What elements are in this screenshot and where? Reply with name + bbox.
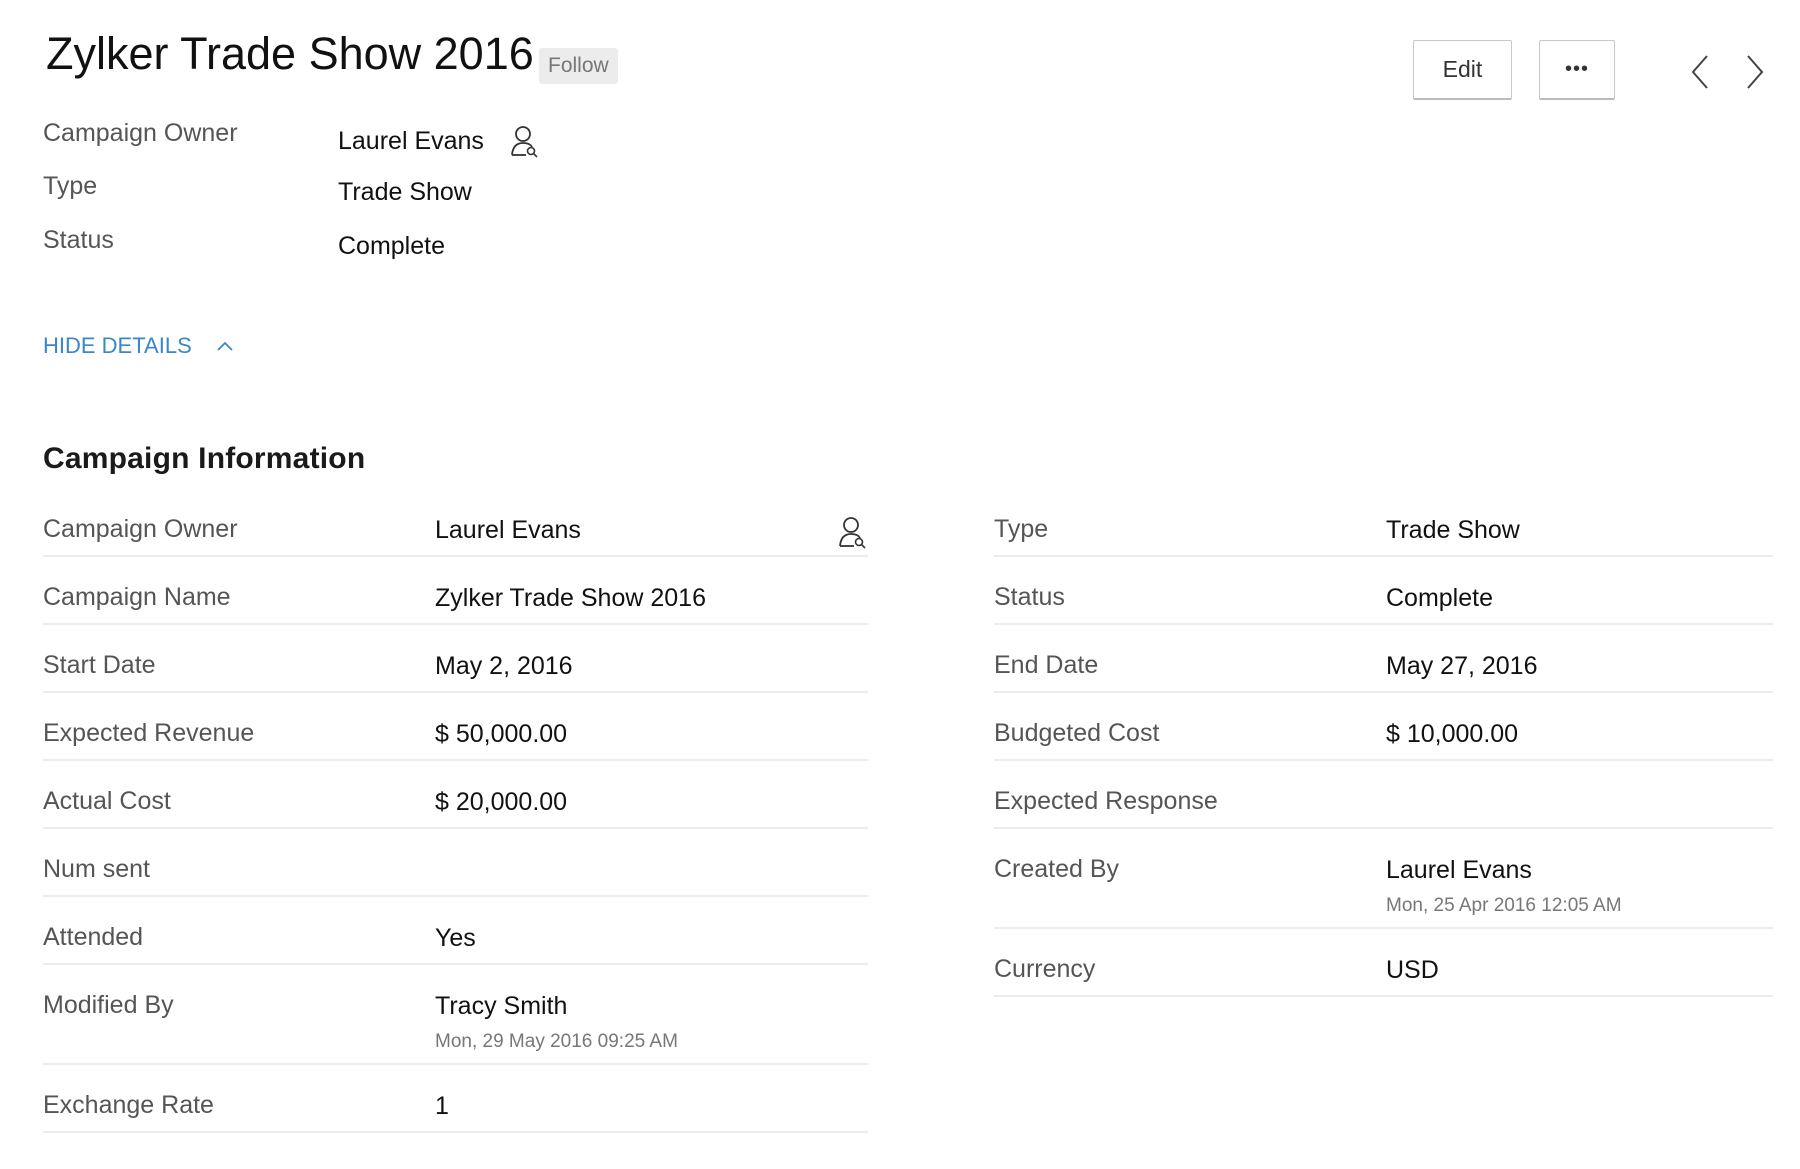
field-value[interactable]: Tracy Smith Mon, 29 May 2016 09:25 AM [435,992,678,1053]
field-row: Actual Cost $ 20,000.00 [43,761,868,829]
field-row: Num sent [43,829,868,897]
more-icon: ••• [1564,58,1589,80]
field-label: Num sent [43,855,150,883]
field-value[interactable]: $ 20,000.00 [435,788,567,817]
field-value-text: May 27, 2016 [1386,652,1538,680]
field-label: Expected Response [994,787,1218,815]
field-row: Status Complete [994,557,1773,625]
field-value[interactable]: Yes [435,924,476,953]
field-timestamp: Mon, 25 Apr 2016 12:05 AM [1386,895,1622,916]
field-label: Modified By [43,991,174,1019]
field-label: Attended [43,923,144,951]
more-options-button[interactable]: ••• [1539,40,1615,100]
chevron-right-icon [1747,55,1764,89]
summary-label-type: Type [43,172,98,200]
summary-label-status: Status [43,226,114,254]
field-value[interactable]: Trade Show [1386,516,1520,545]
left-field-column: Campaign Owner Laurel Evans Campaign Name Z… [43,489,868,1133]
summary-label-owner: Campaign Owner [43,119,238,147]
hide-details-label: HIDE DETAILS [43,333,192,358]
field-label: Campaign Name [43,583,231,611]
field-row: Expected Revenue $ 50,000.00 [43,693,868,761]
field-label: Actual Cost [43,787,171,815]
field-value[interactable]: May 2, 2016 [435,652,573,681]
page-title: Zylker Trade Show 2016 [46,28,534,79]
field-value[interactable]: Laurel Evans Mon, 25 Apr 2016 12:05 AM [1386,856,1622,917]
chevron-up-icon [217,341,233,351]
field-value[interactable]: Laurel Evans [435,516,581,545]
chevron-left-icon [1691,55,1708,89]
field-label: Status [994,583,1065,611]
field-row: Campaign Owner Laurel Evans [43,489,868,557]
field-label: Budgeted Cost [994,719,1160,747]
field-timestamp: Mon, 29 May 2016 09:25 AM [435,1031,678,1052]
field-label: Type [994,515,1049,543]
field-value-text: Tracy Smith [435,992,568,1020]
field-label: Exchange Rate [43,1091,214,1119]
user-lookup-icon[interactable] [838,515,868,554]
field-value[interactable]: USD [1386,956,1439,985]
next-record-button[interactable] [1740,52,1770,92]
field-value-text: Complete [1386,584,1493,612]
edit-button[interactable]: Edit [1413,40,1512,100]
field-label: Campaign Owner [43,515,238,543]
summary-value-owner: Laurel Evans [338,124,540,158]
field-value-text: Laurel Evans [435,516,581,544]
field-value-text: 1 [435,1092,449,1120]
field-value[interactable]: Zylker Trade Show 2016 [435,584,706,613]
field-row: Expected Response [994,761,1773,829]
field-value-text: $ 50,000.00 [435,720,568,748]
field-row: End Date May 27, 2016 [994,625,1773,693]
field-label: Created By [994,855,1120,883]
previous-record-button[interactable] [1685,52,1715,92]
field-label: Expected Revenue [43,719,255,747]
field-label: End Date [994,651,1099,679]
field-value[interactable]: $ 10,000.00 [1386,720,1518,749]
field-row: Exchange Rate 1 [43,1065,868,1133]
field-value[interactable]: 1 [435,1092,449,1121]
owner-name: Laurel Evans [338,126,484,155]
field-value-text: $ 10,000.00 [1386,720,1519,748]
follow-button[interactable]: Follow [539,48,618,84]
field-value-text: Laurel Evans [1386,856,1532,884]
field-value[interactable]: May 27, 2016 [1386,652,1538,681]
field-value-text: Trade Show [1386,516,1520,544]
field-row: Type Trade Show [994,489,1773,557]
field-row: Currency USD [994,929,1773,997]
field-label: Currency [994,955,1096,983]
field-label: Start Date [43,651,156,679]
field-value-text: Yes [435,924,476,952]
summary-value-status: Complete [338,232,445,260]
field-value-text: USD [1386,956,1439,984]
user-lookup-icon[interactable] [510,124,540,158]
section-title: Campaign Information [43,442,366,475]
field-row: Attended Yes [43,897,868,965]
field-row: Created By Laurel Evans Mon, 25 Apr 2016 1… [994,829,1773,929]
field-row: Start Date May 2, 2016 [43,625,868,693]
field-value-text: $ 20,000.00 [435,788,568,816]
field-value[interactable]: $ 50,000.00 [435,720,567,749]
right-field-column: Type Trade Show Status Complete End Date May … [994,489,1773,997]
summary-value-type: Trade Show [338,178,472,206]
field-value[interactable]: Complete [1386,584,1493,613]
field-value-text: May 2, 2016 [435,652,573,680]
hide-details-toggle[interactable]: HIDE DETAILS [43,333,234,359]
field-value-text: Zylker Trade Show 2016 [435,584,706,612]
field-row: Modified By Tracy Smith Mon, 29 May 2016 0… [43,965,868,1065]
field-row: Campaign Name Zylker Trade Show 2016 [43,557,868,625]
field-row: Budgeted Cost $ 10,000.00 [994,693,1773,761]
